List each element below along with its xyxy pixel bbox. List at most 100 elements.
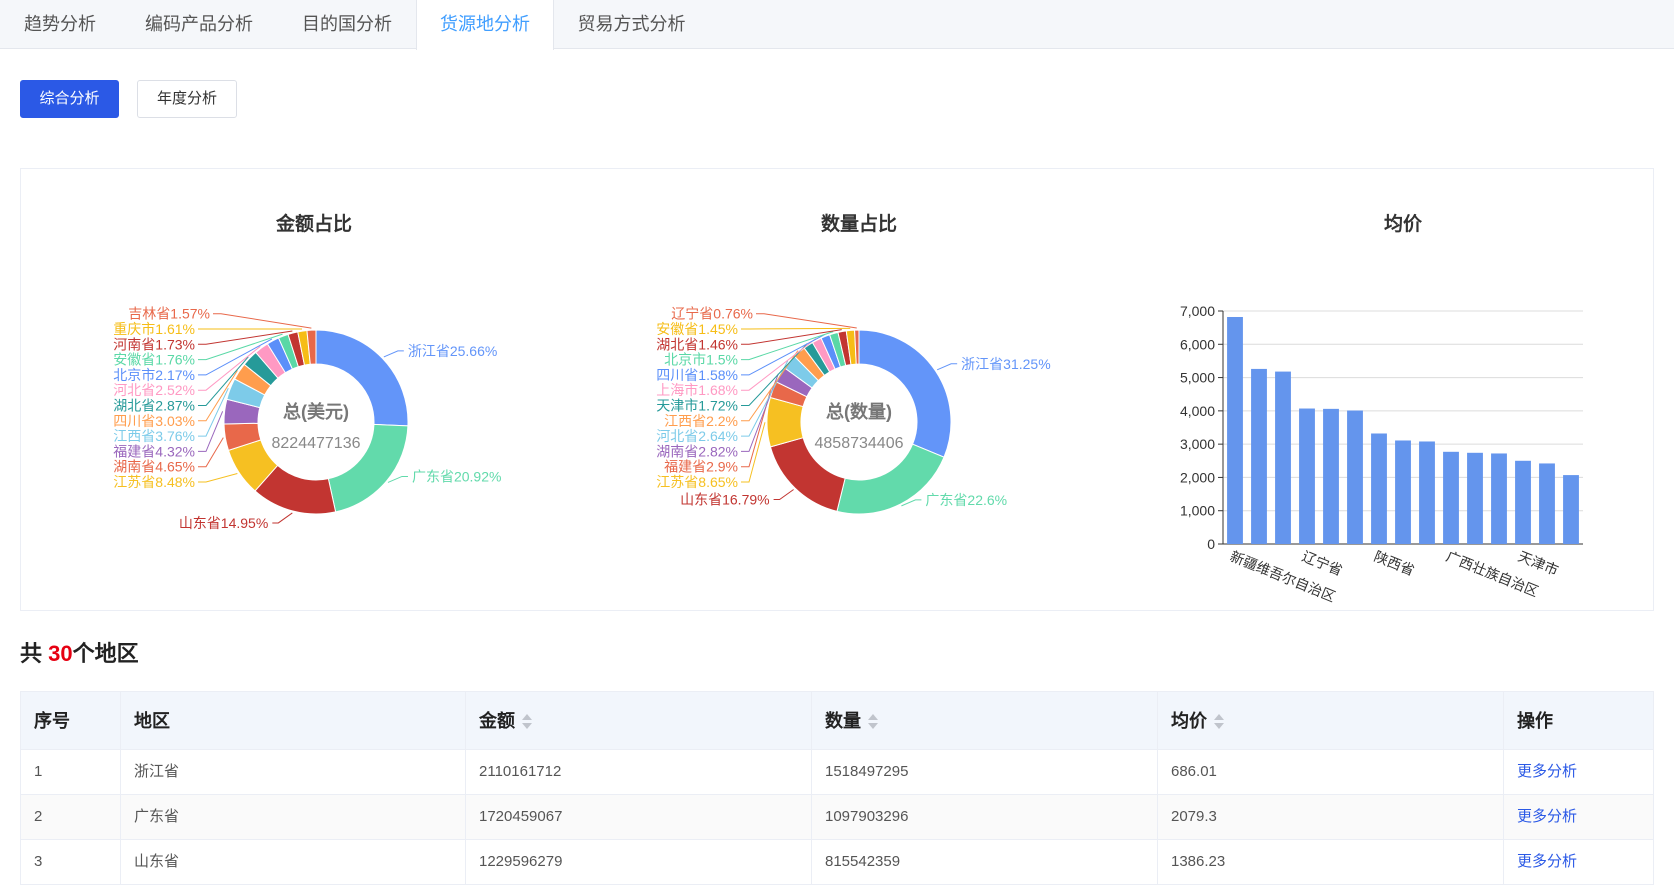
amount-pie-slice-label: 河南省1.73% [113,336,195,352]
table-row: 1 浙江省 2110161712 1518497295 686.01 更多分析 [20,750,1654,795]
amount-pie-label-line [387,475,408,483]
quantity-pie-slice-label: 湖北省1.46% [656,336,738,352]
amount-pie-slice-label: 四川省3.03% [113,413,195,429]
tab-trend[interactable]: 趋势分析 [0,0,120,49]
count-suffix: 个地区 [72,641,139,666]
quantity-pie-slice-label: 安徽省1.45% [656,321,738,337]
quantity-pie-slice-label: 上海市1.68% [656,382,738,398]
cell-quantity: 1097903296 [825,808,909,825]
amount-pie-center-value: 8224477136 [272,435,361,452]
bar [1371,433,1387,544]
amount-pie-slice-label: 山东省14.95% [179,515,268,531]
quantity-pie-label-line [773,489,794,501]
bar-x-tick-label: 天津市 [1516,548,1561,579]
cell-avg: 1386.23 [1171,853,1226,870]
amount-pie-center-label: 总(美元) [283,401,349,422]
tab-bar: 趋势分析 编码产品分析 目的国分析 货源地分析 贸易方式分析 [0,0,1674,50]
column-divider [1157,691,1158,885]
amount-pie-slice-label: 江苏省8.48% [113,474,195,490]
cell-amount: 1229596279 [479,853,563,870]
tab-source-region[interactable]: 货源地分析 [416,0,554,50]
bar-y-tick-label: 3,000 [1180,436,1215,452]
bar-x-tick-label: 陕西省 [1372,548,1417,579]
sort-icon[interactable] [867,713,879,731]
cell-index: 2 [34,808,43,825]
bar-y-tick-label: 6,000 [1180,336,1215,352]
bar [1419,441,1435,544]
region-count-title: 共 30个地区 [20,636,139,668]
sort-icon[interactable] [1213,713,1225,731]
comprehensive-analysis-button[interactable]: 综合分析 [20,80,119,118]
quantity-pie-slice-label: 四川省1.58% [656,367,738,383]
amount-pie-slice-label: 吉林省1.57% [128,306,210,322]
bar [1275,371,1291,544]
bar-y-tick-label: 5,000 [1180,370,1215,386]
quantity-pie-slice-label: 广东省22.6% [925,492,1007,508]
bar [1563,475,1579,544]
col-header-avg-label: 均价 [1171,711,1207,731]
bar [1467,452,1483,544]
quantity-pie-slice-label: 福建省2.9% [664,459,738,475]
col-header-region: 地区 [134,711,170,731]
quantity-pie-label-line [756,313,857,329]
cell-region: 广东省 [134,808,180,825]
bar-y-tick-label: 4,000 [1180,403,1215,419]
amount-pie-slice-label: 湖北省2.87% [113,398,195,414]
amount-pie-label-line [383,350,404,358]
bar [1227,316,1243,544]
quantity-pie-slice-label: 河北省2.64% [656,428,738,444]
table-row: 3 山东省 1229596279 815542359 1386.23 更多分析 [20,840,1654,885]
quantity-pie-slice-label: 江西省2.2% [664,413,738,429]
bar [1395,440,1411,544]
more-analysis-link[interactable]: 更多分析 [1504,750,1577,794]
table-header: 序号 地区 金额 数量 均价 操作 [20,691,1654,750]
amount-pie-slice-label: 浙江省25.66% [408,343,497,359]
quantity-pie-slice-label: 山东省16.79% [680,492,769,508]
amount-pie-label-line [198,387,229,437]
bar [1251,368,1267,544]
col-header-action: 操作 [1517,711,1553,731]
amount-pie-slice-label: 湖南省4.65% [113,459,195,475]
charts-svg: 浙江省25.66% 广东省20.92% 山东省14.95% 江苏省8.48%湖南省4.… [113,303,1583,605]
region-count: 30 [48,641,73,666]
quantity-pie-slice-label: 辽宁省0.76% [671,306,753,322]
quantity-pie-slice-label: 浙江省31.25% [961,356,1050,372]
bar [1515,460,1531,544]
cell-avg: 2079.3 [1171,808,1217,825]
col-header-quantity[interactable]: 数量 [812,692,879,751]
bar [1299,408,1315,544]
col-header-amount[interactable]: 金额 [466,692,533,751]
cell-index: 1 [34,763,43,780]
amount-pie-slice-label: 广东省20.92% [412,468,501,484]
quantity-pie-label-line [936,363,958,371]
amount-pie-slice-label: 北京市2.17% [113,367,195,383]
sort-icon[interactable] [521,713,533,731]
col-header-index: 序号 [34,711,70,731]
bar [1491,453,1507,544]
column-divider [465,691,466,885]
more-analysis-link[interactable]: 更多分析 [1504,840,1577,884]
amount-pie-label-line [272,512,293,524]
tab-trade-mode[interactable]: 贸易方式分析 [554,0,709,49]
col-header-quantity-label: 数量 [825,711,861,731]
column-divider [811,691,812,885]
chart-panel: 金额占比 数量占比 均价 浙江省25.66% 广东省20.92% 山东省14.95%… [20,168,1654,611]
bar [1539,463,1555,544]
quantity-pie-center-value: 4858734406 [815,435,904,452]
bar-x-tick-label: 辽宁省 [1300,548,1345,579]
quantity-pie-center-label: 总(数量) [826,401,892,422]
quantity-pie-slice-label: 天津市1.72% [656,398,738,414]
tab-destination[interactable]: 目的国分析 [278,0,416,49]
cell-quantity: 815542359 [825,853,901,870]
tab-product-code[interactable]: 编码产品分析 [120,0,278,49]
bar-y-tick-label: 0 [1207,536,1215,552]
col-header-avg[interactable]: 均价 [1158,692,1225,751]
amount-pie-slice-label: 重庆市1.61% [113,321,195,337]
annual-analysis-button[interactable]: 年度分析 [137,80,237,118]
quantity-pie-slice-label: 江苏省8.65% [656,474,738,490]
amount-pie-label-line [198,473,238,483]
amount-pie-label-line [198,437,224,468]
bar [1443,451,1459,544]
amount-pie-slice-label: 河北省2.52% [113,382,195,398]
more-analysis-link[interactable]: 更多分析 [1504,795,1577,839]
